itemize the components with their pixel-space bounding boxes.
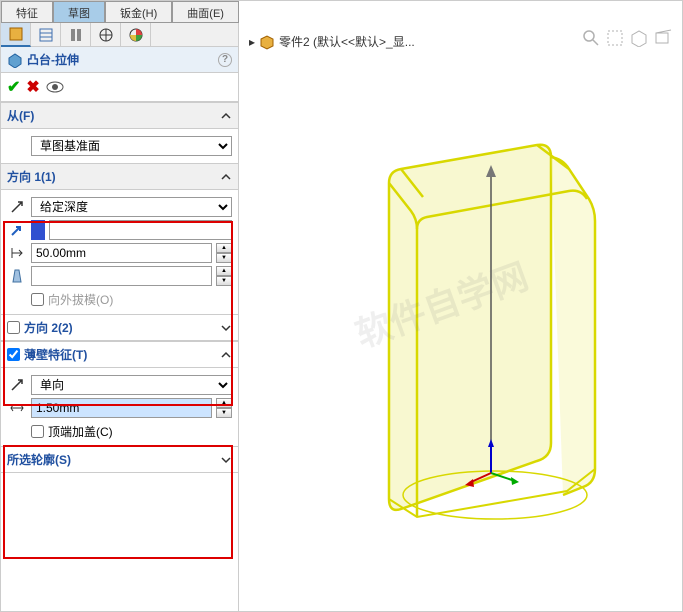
thin-header[interactable]: 薄壁特征(T) bbox=[1, 341, 238, 368]
reverse-icon[interactable] bbox=[7, 197, 27, 217]
draft-input[interactable] bbox=[31, 266, 212, 286]
direction-icon[interactable] bbox=[7, 220, 27, 240]
preview-icon[interactable] bbox=[46, 80, 64, 94]
draft-icon[interactable] bbox=[7, 266, 27, 286]
tab-surface[interactable]: 曲面(E) bbox=[172, 1, 239, 22]
thin-label: 薄壁特征(T) bbox=[24, 346, 220, 363]
zoom-fit-icon[interactable] bbox=[582, 29, 600, 47]
draft-spinner[interactable]: ▲▼ bbox=[216, 266, 232, 286]
depth-input[interactable] bbox=[31, 243, 212, 263]
action-row: ✔ ✖ bbox=[1, 73, 238, 102]
contours-header[interactable]: 所选轮廓(S) bbox=[1, 446, 238, 473]
direction-field[interactable] bbox=[31, 220, 45, 240]
thickness-spinner[interactable]: ▲▼ bbox=[216, 398, 232, 418]
model-preview bbox=[319, 113, 639, 553]
chevron-up-icon[interactable] bbox=[220, 171, 232, 183]
cap-label: 顶端加盖(C) bbox=[48, 423, 113, 440]
view-orient-icon[interactable] bbox=[630, 29, 648, 47]
thin-type-select[interactable]: 单向 bbox=[31, 375, 232, 395]
dimxpert-icon[interactable] bbox=[91, 23, 121, 47]
viewport[interactable]: ▸ 零件2 (默认<<默认>_显... 软件自学网 bbox=[239, 23, 682, 611]
tab-feature[interactable]: 特征 bbox=[1, 1, 53, 22]
view-tools bbox=[582, 29, 672, 47]
panel-tabs bbox=[1, 23, 238, 47]
tab-sketch[interactable]: 草图 bbox=[53, 1, 105, 22]
from-header[interactable]: 从(F) bbox=[1, 102, 238, 129]
cap-check[interactable] bbox=[31, 425, 44, 438]
chevron-up-icon[interactable] bbox=[220, 110, 232, 122]
extrude-icon bbox=[7, 52, 23, 68]
chevron-down-icon[interactable] bbox=[220, 454, 232, 466]
dir2-header[interactable]: 方向 2(2) bbox=[1, 314, 238, 341]
dir1-header[interactable]: 方向 1(1) bbox=[1, 163, 238, 190]
from-label: 从(F) bbox=[7, 107, 220, 124]
dir1-label: 方向 1(1) bbox=[7, 168, 220, 185]
top-tabs: 特征 草图 钣金(H) 曲面(E) bbox=[1, 1, 239, 23]
dir2-check[interactable] bbox=[7, 321, 20, 334]
thin-reverse-icon[interactable] bbox=[7, 375, 27, 395]
endcond-select[interactable]: 给定深度 bbox=[31, 197, 232, 217]
chevron-down-icon[interactable] bbox=[220, 322, 232, 334]
display-style-icon[interactable] bbox=[654, 29, 672, 47]
cancel-button[interactable]: ✖ bbox=[26, 77, 39, 97]
from-select[interactable]: 草图基准面 bbox=[31, 136, 232, 156]
thin-check[interactable] bbox=[7, 348, 20, 361]
depth-spinner[interactable]: ▲▼ bbox=[216, 243, 232, 263]
zoom-area-icon[interactable] bbox=[606, 29, 624, 47]
feature-tree-icon[interactable] bbox=[1, 23, 31, 47]
thickness-icon bbox=[7, 398, 27, 418]
property-icon[interactable] bbox=[31, 23, 61, 47]
chevron-up-icon[interactable] bbox=[220, 349, 232, 361]
appearance-icon[interactable] bbox=[121, 23, 151, 47]
contours-label: 所选轮廓(S) bbox=[7, 451, 220, 468]
breadcrumb-arrow[interactable]: ▸ bbox=[249, 35, 255, 49]
draft-outward-check[interactable] bbox=[31, 293, 44, 306]
breadcrumb[interactable]: ▸ 零件2 (默认<<默认>_显... bbox=[249, 33, 415, 50]
tab-sheetmetal[interactable]: 钣金(H) bbox=[105, 1, 172, 22]
property-panel: 凸台-拉伸 ? ✔ ✖ 从(F) 草图基准面 方向 1(1) 给定深度 bbox=[1, 23, 239, 611]
part-icon bbox=[259, 34, 275, 50]
ok-button[interactable]: ✔ bbox=[7, 77, 20, 97]
feature-header: 凸台-拉伸 ? bbox=[1, 47, 238, 73]
draft-outward-label: 向外拔模(O) bbox=[48, 291, 113, 308]
thickness-input[interactable] bbox=[31, 398, 212, 418]
config-icon[interactable] bbox=[61, 23, 91, 47]
depth-icon bbox=[7, 243, 27, 263]
help-icon[interactable]: ? bbox=[218, 53, 232, 67]
dir2-label: 方向 2(2) bbox=[24, 319, 220, 336]
breadcrumb-part[interactable]: 零件2 (默认<<默认>_显... bbox=[279, 33, 415, 50]
feature-title: 凸台-拉伸 bbox=[27, 51, 218, 68]
direction-input[interactable] bbox=[49, 220, 232, 240]
